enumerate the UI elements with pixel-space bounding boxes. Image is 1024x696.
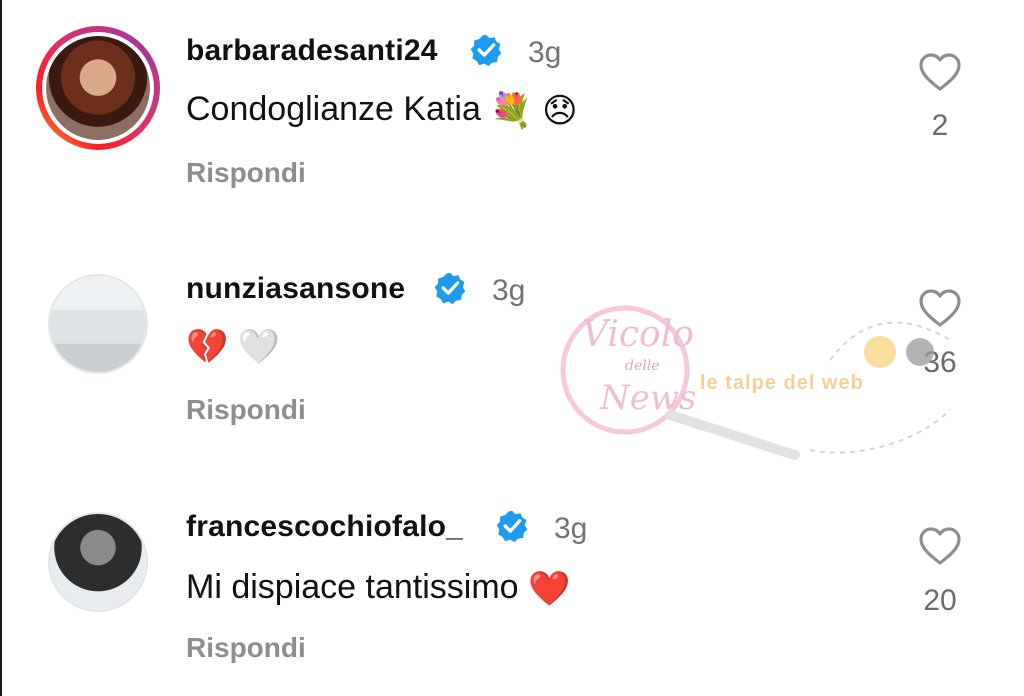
broken-heart-emoji: 💔 bbox=[186, 328, 229, 367]
verified-badge-icon bbox=[470, 34, 502, 67]
bouquet-emoji: 💐 bbox=[490, 92, 533, 131]
watermark-tagline: le talpe del web bbox=[700, 372, 864, 394]
comment-text: 💔 🤍 bbox=[186, 326, 280, 367]
watermark-brand-top: Vicolo bbox=[582, 314, 694, 355]
like-count: 20 bbox=[923, 584, 957, 617]
avatar-photo bbox=[46, 36, 150, 140]
white-heart-emoji: 🤍 bbox=[237, 328, 281, 367]
comment-body: Condoglianze Katia bbox=[186, 90, 481, 128]
comment-item: francescochiofalo_ 3g Mi dispiace tantis… bbox=[0, 472, 1024, 692]
avatar-photo bbox=[50, 276, 146, 372]
heart-like-icon[interactable] bbox=[918, 526, 962, 566]
comment-timestamp: 3g bbox=[492, 274, 526, 307]
comment-username[interactable]: francescochiofalo_ bbox=[186, 510, 463, 544]
comment-username[interactable]: nunziasansone bbox=[186, 272, 405, 306]
watermark-brand-mid: delle bbox=[625, 358, 660, 374]
red-heart-emoji: ❤️ bbox=[528, 570, 571, 609]
comment-body: Mi dispiace tantissimo bbox=[186, 568, 519, 606]
watermark-logo: Vicolo delle News le talpe del web bbox=[530, 300, 970, 470]
reply-button[interactable]: Rispondi bbox=[186, 157, 306, 189]
disappointed-face-emoji: 😞 bbox=[542, 92, 578, 131]
avatar[interactable] bbox=[48, 512, 148, 612]
verified-badge-icon bbox=[496, 510, 528, 543]
comment-text: Condoglianze Katia 💐 😞 bbox=[186, 90, 578, 131]
verified-badge-icon bbox=[434, 272, 466, 305]
heart-like-icon[interactable] bbox=[918, 52, 962, 92]
avatar[interactable] bbox=[36, 26, 160, 150]
comment-username[interactable]: barbaradesanti24 bbox=[186, 34, 438, 68]
watermark-brand-bottom: News bbox=[600, 378, 697, 418]
like-count: 2 bbox=[931, 109, 949, 142]
avatar-photo bbox=[50, 514, 146, 610]
comment-text: Mi dispiace tantissimo ❤️ bbox=[186, 568, 570, 609]
reply-button[interactable]: Rispondi bbox=[186, 632, 306, 664]
comment-timestamp: 3g bbox=[528, 36, 562, 69]
reply-button[interactable]: Rispondi bbox=[186, 394, 306, 426]
avatar[interactable] bbox=[48, 274, 148, 374]
comment-item: barbaradesanti24 3g Condoglianze Katia 💐… bbox=[0, 0, 1024, 220]
comment-timestamp: 3g bbox=[554, 512, 588, 545]
